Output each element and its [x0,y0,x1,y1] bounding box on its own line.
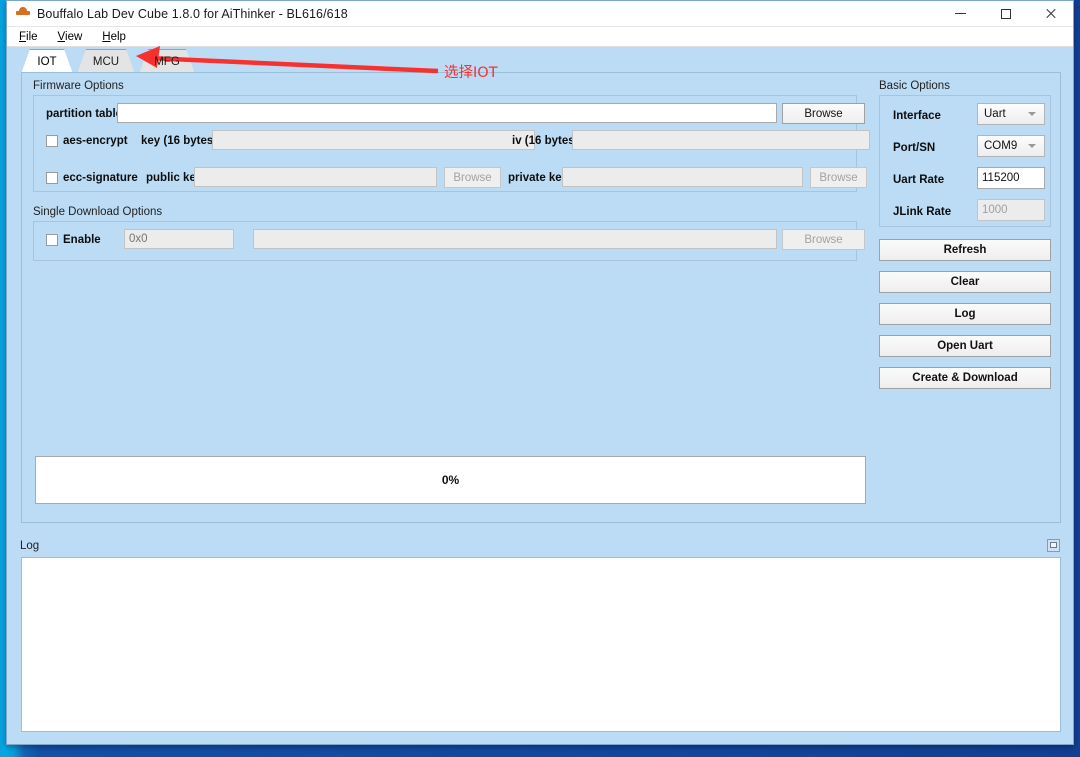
port-sn-combo-value: COM9 [984,140,1017,152]
tab-iot[interactable]: IOT [21,49,73,74]
single-download-enable-label: Enable [63,234,101,246]
refresh-button[interactable]: Refresh [879,239,1051,261]
interface-label: Interface [893,110,941,122]
private-key-input[interactable] [562,167,803,187]
aes-encrypt-checkbox[interactable] [46,135,58,147]
menu-item-file[interactable]: File [19,31,38,43]
partition-table-label: partition table [46,108,122,120]
open-uart-button[interactable]: Open Uart [879,335,1051,357]
title-bar: Bouffalo Lab Dev Cube 1.8.0 for AiThinke… [7,1,1073,27]
single-download-enable-checkbox[interactable] [46,234,58,246]
ecc-signature-checkbox[interactable] [46,172,58,184]
firmware-options-label: Firmware Options [33,80,124,92]
aes-key-label: key (16 bytes) [141,135,217,147]
jlink-rate-label: JLink Rate [893,206,951,218]
progress-bar-label: 0% [442,473,459,487]
aes-key-input[interactable] [212,130,535,150]
log-section-label: Log [20,540,39,552]
close-button[interactable] [1028,1,1073,26]
tab-mcu[interactable]: MCU [77,49,135,74]
ecc-signature-label: ecc-signature [63,172,138,184]
private-key-browse-button[interactable]: Browse [810,167,867,188]
tab-strip: IOT MCU MFG [21,47,1073,74]
interface-combo-value: Uart [984,108,1006,120]
single-download-file-input[interactable] [253,229,777,249]
private-key-label: private key [508,172,568,184]
application-window: Bouffalo Lab Dev Cube 1.8.0 for AiThinke… [6,0,1074,745]
create-and-download-button[interactable]: Create & Download [879,367,1051,389]
partition-table-browse-button[interactable]: Browse [782,103,865,124]
aes-iv-input[interactable] [572,130,870,150]
chevron-down-icon [1028,112,1036,116]
annotation-label: 选择IOT [444,61,498,82]
menu-item-help[interactable]: Help [102,31,126,43]
iot-tab-panel: Firmware Options partition table Browse … [21,72,1061,523]
log-button[interactable]: Log [879,303,1051,325]
public-key-input[interactable] [194,167,437,187]
minimize-button[interactable] [938,1,983,26]
maximize-button[interactable] [983,1,1028,26]
public-key-browse-button[interactable]: Browse [444,167,501,188]
tab-mfg[interactable]: MFG [139,49,195,74]
basic-options-label: Basic Options [879,80,950,92]
clear-button[interactable]: Clear [879,271,1051,293]
tab-mfg-label: MFG [154,56,180,68]
interface-combo[interactable]: Uart [977,103,1045,125]
progress-bar: 0% [35,456,866,504]
menu-item-view[interactable]: View [58,31,83,43]
port-sn-combo[interactable]: COM9 [977,135,1045,157]
graduation-cap-icon [15,6,31,22]
uart-rate-input[interactable] [977,167,1045,189]
chevron-down-icon [1028,144,1036,148]
partition-table-input[interactable] [117,103,777,123]
tab-iot-label: IOT [37,56,56,68]
window-title: Bouffalo Lab Dev Cube 1.8.0 for AiThinke… [37,7,348,21]
uart-rate-label: Uart Rate [893,174,944,186]
tab-mcu-label: MCU [93,56,119,68]
single-download-address-input[interactable] [124,229,234,249]
log-output[interactable] [21,557,1061,732]
float-window-icon[interactable] [1047,539,1060,552]
menu-bar: File View Help [7,27,1073,47]
aes-encrypt-label: aes-encrypt [63,135,128,147]
port-sn-label: Port/SN [893,142,935,154]
aes-iv-label: iv (16 bytes) [512,135,578,147]
single-download-options-label: Single Download Options [33,206,162,218]
jlink-rate-input[interactable] [977,199,1045,221]
single-download-browse-button[interactable]: Browse [782,229,865,250]
